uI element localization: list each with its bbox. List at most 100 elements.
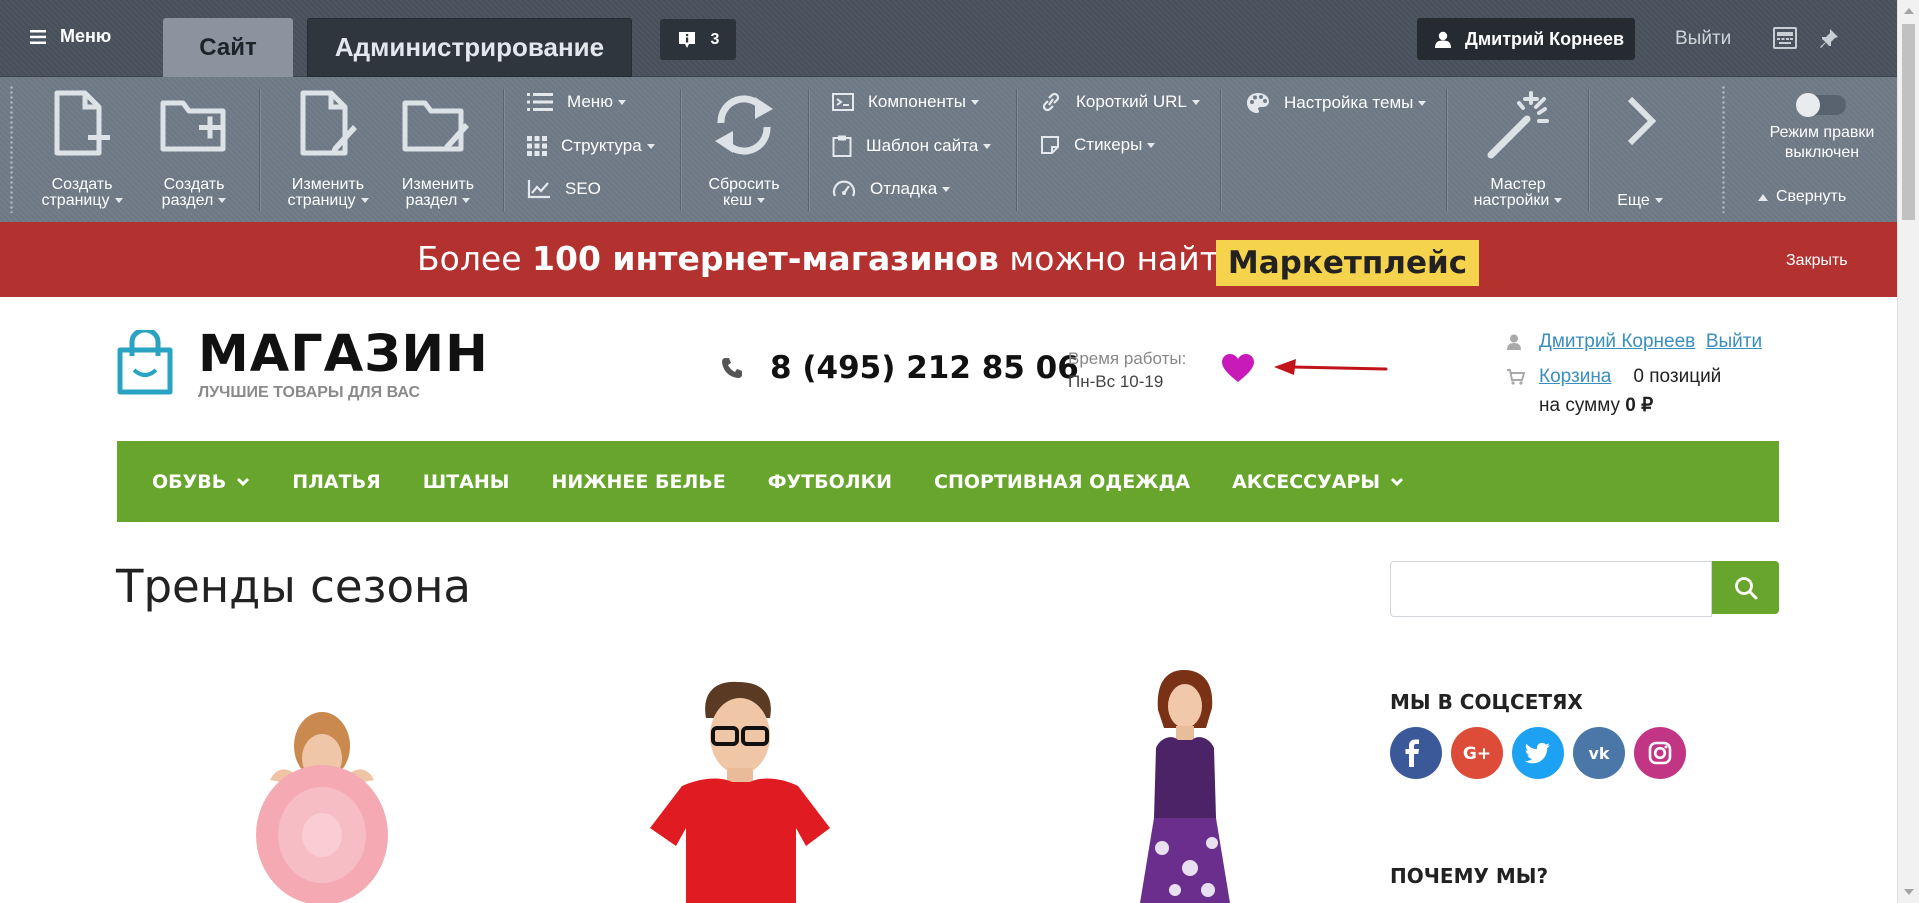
nav-item[interactable]: ШТАНЫ: [423, 471, 510, 493]
structure-icon: [527, 136, 547, 156]
social-heading: МЫ В СОЦСЕТЯХ: [1390, 690, 1583, 714]
google-plus-link[interactable]: G+: [1451, 727, 1503, 779]
nav-item[interactable]: ФУТБОЛКИ: [768, 471, 892, 493]
facebook-icon: [1405, 739, 1419, 767]
hamburger-icon: [30, 29, 46, 44]
shopping-bag-icon: [117, 330, 173, 395]
toolbar-structure-button[interactable]: Структура: [527, 136, 655, 156]
edit-page-icon: [300, 90, 357, 156]
scroll-down-icon[interactable]: [1904, 889, 1914, 895]
header-user-block: Дмитрий Корнеев Выйти Корзина 0 позиций …: [1507, 324, 1762, 423]
nav-item-label: ШТАНЫ: [422, 470, 510, 493]
tab-administration[interactable]: Администрирование: [307, 18, 632, 77]
product-image-purple-dress[interactable]: [1120, 668, 1250, 903]
components-icon: [832, 93, 854, 111]
edit-section-button[interactable]: Изменить раздел: [384, 89, 492, 209]
toolbar-divider: [680, 89, 681, 211]
product-image-red-tshirt[interactable]: [620, 678, 860, 903]
nav-item-label: ОБУВЬ: [152, 470, 227, 493]
toolbar-components-label: Компоненты: [868, 92, 979, 112]
toolbar-divider: [503, 89, 504, 211]
create-section-button[interactable]: Создать раздел: [140, 89, 248, 209]
setup-wizard-button[interactable]: Мастер настройки: [1460, 89, 1576, 209]
search-icon: [1734, 576, 1757, 599]
collapse-toolbar-button[interactable]: Свернуть: [1758, 188, 1846, 206]
toolbar-components-button[interactable]: Компоненты: [832, 92, 979, 112]
collapse-label: Свернуть: [1776, 188, 1847, 205]
facebook-link[interactable]: [1390, 727, 1442, 779]
search-input[interactable]: [1390, 561, 1712, 617]
nav-item[interactable]: ПЛАТЬЯ: [292, 471, 380, 493]
nav-item[interactable]: ОБУВЬ: [152, 471, 250, 493]
nav-item-label: ПЛАТЬЯ: [292, 470, 381, 493]
new-page-icon: [54, 90, 110, 156]
cart-sum-label: на сумму: [1539, 395, 1620, 416]
toolbar-theme-label: Настройка темы: [1284, 93, 1426, 113]
more-button[interactable]: Еще: [1590, 89, 1690, 209]
toolbar-theme-button[interactable]: Настройка темы: [1246, 92, 1426, 114]
heart-icon[interactable]: [1221, 353, 1255, 383]
create-section-label: Создать раздел: [140, 177, 248, 209]
main-nav: ОБУВЬ ПЛАТЬЯ ШТАНЫ НИЖНЕЕ БЕЛЬЕ ФУТБОЛКИ СПОР…: [117, 441, 1779, 522]
instagram-link[interactable]: [1634, 727, 1686, 779]
admin-logout-link[interactable]: Выйти: [1675, 28, 1731, 50]
edit-mode-toggle[interactable]: [1796, 93, 1846, 117]
cart-icon: [1507, 368, 1525, 385]
pin-icon[interactable]: [1818, 27, 1840, 49]
header-logout-link[interactable]: Выйти: [1706, 331, 1762, 352]
phone-number[interactable]: 8 (495) 212 85 06: [770, 350, 1079, 386]
toolbar-short-url-button[interactable]: Короткий URL: [1040, 92, 1200, 112]
phone-block: 8 (495) 212 85 06: [720, 350, 1079, 386]
toolbar-debug-button[interactable]: Отладка: [832, 179, 950, 199]
scroll-thumb[interactable]: [1902, 24, 1915, 220]
edit-page-button[interactable]: Изменить страницу: [274, 89, 382, 209]
toolbar-grip[interactable]: [1722, 85, 1725, 213]
svg-text:G+: G+: [1463, 744, 1491, 764]
nav-item-label: СПОРТИВНАЯ ОДЕЖДА: [934, 470, 1191, 493]
reset-cache-button[interactable]: Сбросить кеш: [690, 89, 798, 209]
toolbar-menu-button[interactable]: Меню: [527, 92, 626, 112]
edit-folder-icon: [402, 100, 469, 152]
page-title: Тренды сезона: [116, 560, 471, 613]
toolbar-template-button[interactable]: Шаблон сайта: [832, 135, 991, 157]
create-page-button[interactable]: Создать страницу: [28, 89, 136, 209]
chevron-right-icon: [1627, 96, 1657, 146]
info-icon: [678, 31, 695, 48]
toolbar-short-url-label: Короткий URL: [1076, 92, 1200, 112]
refresh-icon: [715, 95, 773, 155]
twitter-link[interactable]: [1512, 727, 1564, 779]
keyboard-icon[interactable]: [1773, 27, 1797, 49]
nav-item[interactable]: СПОРТИВНАЯ ОДЕЖДА: [934, 471, 1190, 493]
sticker-icon: [1041, 136, 1059, 154]
admin-user-button[interactable]: Дмитрий Корнеев: [1417, 18, 1635, 60]
notifications-button[interactable]: 3: [660, 19, 736, 60]
page-scrollbar[interactable]: [1897, 0, 1919, 903]
admin-menu-button[interactable]: Меню: [30, 26, 111, 47]
scroll-up-icon[interactable]: [1904, 8, 1914, 14]
site-logo[interactable]: МАГАЗИН ЛУЧШИЕ ТОВАРЫ ДЛЯ ВАС: [116, 329, 489, 402]
user-icon: [1435, 31, 1451, 48]
toolbar-divider: [1446, 89, 1447, 211]
toolbar-stickers-button[interactable]: Стикеры: [1040, 135, 1155, 155]
chart-icon: [527, 180, 550, 199]
header-user-link[interactable]: Дмитрий Корнеев: [1539, 331, 1695, 352]
toolbar-grip[interactable]: [10, 85, 13, 213]
edit-mode-block: Режим правки выключен: [1752, 89, 1892, 163]
product-image-hat-woman[interactable]: [240, 690, 410, 903]
admin-menu-label: Меню: [60, 26, 112, 46]
nav-item[interactable]: НИЖНЕЕ БЕЛЬЕ: [551, 471, 725, 493]
promo-close-button[interactable]: Закрыть: [1786, 252, 1848, 270]
hours-value: Пн-Вс 10-19: [1068, 372, 1164, 391]
toolbar-structure-label: Структура: [561, 136, 655, 156]
vk-link[interactable]: vk: [1573, 727, 1625, 779]
svg-text:vk: vk: [1588, 744, 1609, 763]
new-folder-icon: [160, 100, 226, 152]
marketplace-link[interactable]: Маркетплейс: [1216, 240, 1479, 286]
toolbar-seo-button[interactable]: SEO: [527, 179, 601, 199]
search-button[interactable]: [1712, 561, 1779, 614]
toolbar-seo-label: SEO: [565, 179, 601, 198]
phone-icon: [722, 358, 742, 378]
nav-item[interactable]: АКСЕССУАРЫ: [1232, 471, 1404, 493]
tab-site[interactable]: Сайт: [163, 18, 293, 77]
toolbar-divider: [1016, 89, 1017, 211]
